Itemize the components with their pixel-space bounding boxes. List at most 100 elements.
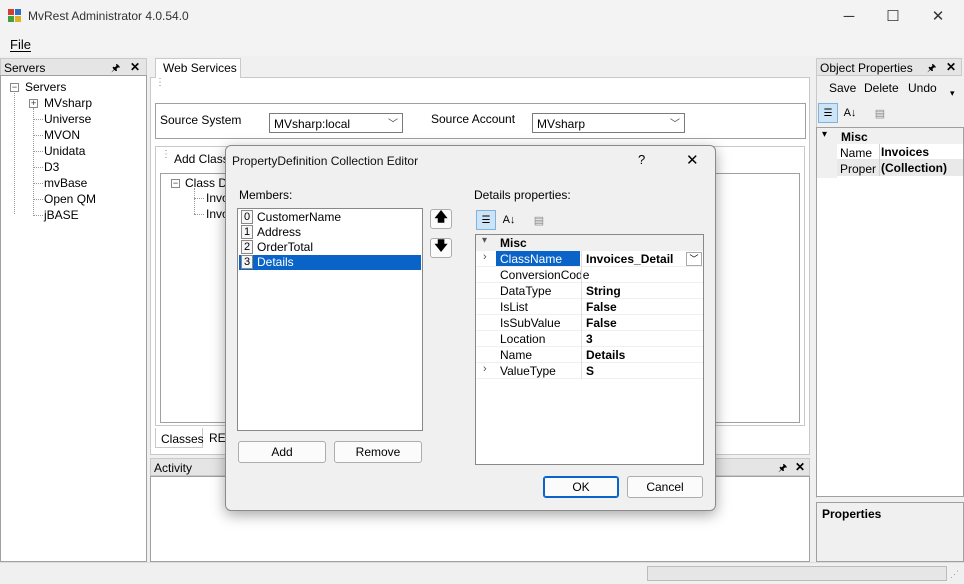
property-pages-icon[interactable]: ▤: [529, 210, 549, 230]
servers-panel-title: Servers: [4, 61, 46, 75]
property-row-name[interactable]: Name Details: [476, 347, 703, 363]
source-system-select[interactable]: MVsharp:local ﹀: [269, 113, 403, 133]
tree-item-universe[interactable]: Universe: [44, 112, 91, 126]
tab-web-services-label: Web Services: [163, 61, 237, 75]
members-label: Members:: [239, 188, 293, 202]
tree-item-jbase[interactable]: jBASE: [44, 208, 79, 222]
close-window-button[interactable]: ✕: [915, 0, 961, 32]
members-list[interactable]: 0 CustomerName 1 Address 2 OrderTotal 3 …: [237, 208, 423, 431]
details-properties-grid: ▾ Misc › ClassName Invoices_Detail ﹀ Con…: [475, 234, 704, 465]
delete-button[interactable]: Delete: [864, 81, 899, 95]
tree-item-mvbase[interactable]: mvBase: [44, 176, 87, 190]
tab-web-services[interactable]: Web Services: [155, 58, 241, 78]
source-system-value: MVsharp:local: [274, 117, 351, 131]
tree-line: [33, 199, 43, 200]
chevron-down-icon: ﹀: [388, 119, 398, 130]
member-name: OrderTotal: [257, 240, 314, 254]
chevron-down-icon: ﹀: [670, 119, 680, 130]
property-row-conversioncode[interactable]: ConversionCode: [476, 267, 703, 283]
collapse-icon[interactable]: −: [171, 179, 180, 188]
dialog-title: PropertyDefinition Collection Editor: [232, 154, 419, 168]
tree-item-unidata[interactable]: Unidata: [44, 144, 85, 158]
arrow-down-icon: 🡇: [434, 238, 448, 253]
minimize-button[interactable]: ─: [826, 0, 872, 32]
add-class-button[interactable]: Add Class: [174, 152, 229, 166]
maximize-button[interactable]: ☐: [870, 0, 916, 32]
help-button[interactable]: ?: [638, 152, 645, 167]
tree-item-openqm[interactable]: Open QM: [44, 192, 96, 206]
details-properties-label: Details properties:: [474, 188, 571, 202]
list-item-selected[interactable]: 3 Details: [239, 255, 421, 270]
property-value: S: [586, 364, 595, 378]
menu-file[interactable]: File: [10, 37, 31, 52]
close-panel-icon[interactable]: ✕: [130, 60, 140, 74]
ok-button[interactable]: OK: [543, 476, 619, 498]
servers-tree: − Servers + MVsharp Universe MVON Unidat…: [0, 75, 147, 562]
collapse-category-icon[interactable]: ▾: [482, 235, 487, 246]
member-index: 1: [241, 225, 253, 239]
category-row[interactable]: ▾ Misc: [817, 128, 963, 144]
property-row-datatype[interactable]: DataType String: [476, 283, 703, 299]
tab-classes[interactable]: Classes: [155, 428, 204, 448]
tree-line: [33, 135, 43, 136]
expand-icon[interactable]: ›: [483, 251, 487, 263]
category-row[interactable]: ▾ Misc: [476, 235, 703, 251]
description-title: Properties: [822, 507, 882, 521]
undo-button[interactable]: Undo: [908, 81, 937, 95]
tree-line: [194, 214, 204, 215]
grid-divider: [581, 251, 582, 379]
member-name: Details: [257, 255, 294, 269]
property-row-valuetype[interactable]: › ValueType S: [476, 363, 703, 379]
categorized-view-icon[interactable]: ☰: [818, 103, 838, 123]
list-item[interactable]: 2 OrderTotal: [239, 240, 421, 255]
property-row-classname[interactable]: › ClassName Invoices_Detail ﹀: [476, 251, 703, 267]
tab-rest[interactable]: RE: [209, 431, 226, 445]
object-properties-grid: ▾ Misc Name Invoices Properti (Collectio…: [816, 127, 964, 497]
property-key: Properti: [840, 162, 876, 176]
categorized-view-icon[interactable]: ☰: [476, 210, 496, 230]
cancel-button[interactable]: Cancel: [627, 476, 703, 498]
activity-panel-title: Activity: [154, 461, 193, 475]
close-icon[interactable]: ✕: [686, 151, 699, 169]
close-panel-icon[interactable]: ✕: [946, 60, 956, 74]
property-row-issubvalue[interactable]: IsSubValue False: [476, 315, 703, 331]
property-row-properties[interactable]: Properti (Collection): [837, 160, 963, 176]
list-item[interactable]: 0 CustomerName: [239, 210, 421, 225]
property-value: 3: [586, 332, 593, 346]
remove-button[interactable]: Remove: [334, 441, 422, 463]
alphabetical-sort-icon[interactable]: A↓: [499, 210, 519, 230]
property-value: False: [586, 300, 617, 314]
tree-line: [33, 167, 43, 168]
resize-grip-icon[interactable]: ⋰: [950, 569, 959, 580]
close-panel-icon[interactable]: ✕: [795, 460, 805, 474]
object-properties-header: Object Properties 🖈 ✕: [816, 58, 962, 76]
expand-icon[interactable]: ›: [483, 363, 487, 375]
move-down-button[interactable]: 🡇: [430, 238, 452, 258]
list-item[interactable]: 1 Address: [239, 225, 421, 240]
grid-margin: [817, 144, 837, 178]
toolbar-grip: ⋮: [155, 77, 165, 88]
source-account-select[interactable]: MVsharp ﹀: [532, 113, 685, 133]
tree-line: [33, 215, 43, 216]
dropdown-chevron-icon[interactable]: ﹀: [686, 252, 702, 266]
grid-divider: [879, 144, 880, 176]
tree-root-servers[interactable]: Servers: [25, 80, 66, 94]
expand-icon[interactable]: +: [29, 99, 38, 108]
menu-bar: [0, 32, 964, 56]
property-row-islist[interactable]: IsList False: [476, 299, 703, 315]
overflow-chevron-icon[interactable]: ▾: [950, 88, 955, 99]
save-button[interactable]: Save: [829, 81, 856, 95]
property-row-location[interactable]: Location 3: [476, 331, 703, 347]
tree-item-mvon[interactable]: MVON: [44, 128, 80, 142]
tree-item-mvsharp[interactable]: MVsharp: [44, 96, 92, 110]
move-up-button[interactable]: 🡅: [430, 209, 452, 229]
collapse-icon[interactable]: −: [10, 83, 19, 92]
tree-item-d3[interactable]: D3: [44, 160, 59, 174]
add-button[interactable]: Add: [238, 441, 326, 463]
property-row-name[interactable]: Name Invoices: [837, 144, 963, 160]
property-pages-icon[interactable]: ▤: [870, 103, 890, 123]
toolbar-grip: ⋮: [161, 149, 171, 160]
pin-icon[interactable]: 🖈: [927, 61, 936, 78]
collapse-category-icon[interactable]: ▾: [822, 129, 827, 140]
alphabetical-sort-icon[interactable]: A↓: [840, 103, 860, 123]
